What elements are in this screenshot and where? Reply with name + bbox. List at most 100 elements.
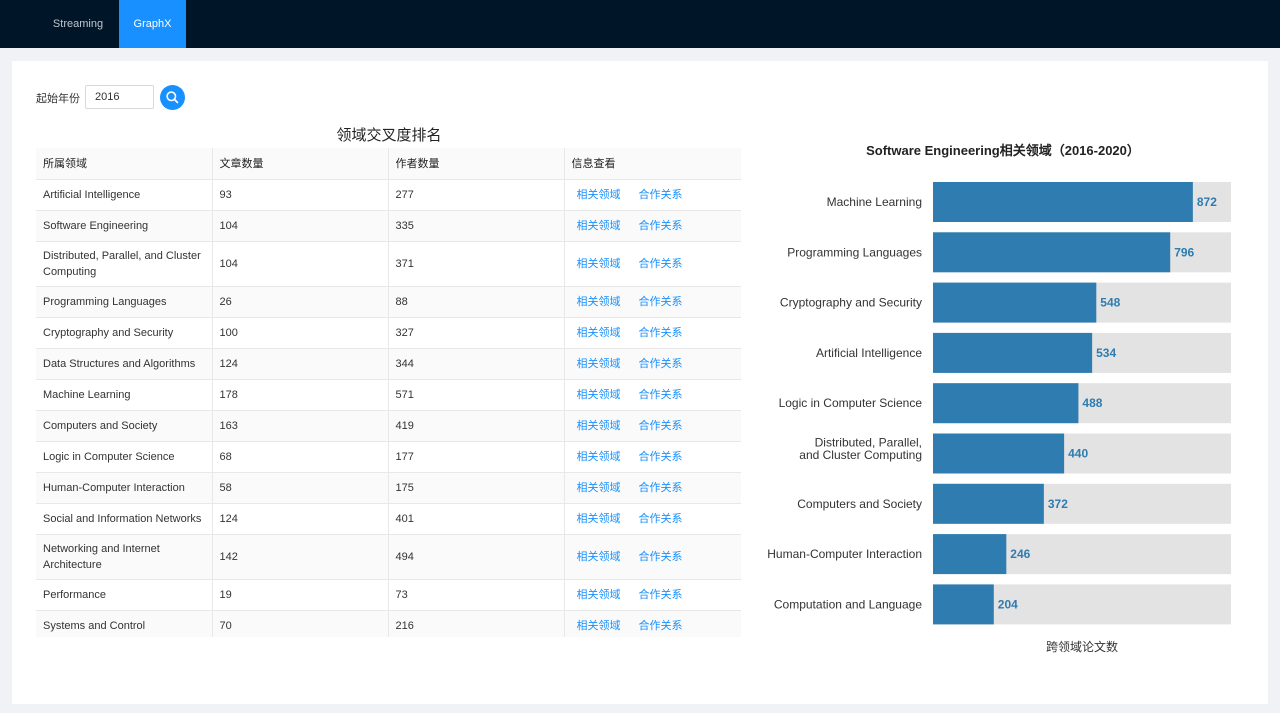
search-button[interactable]	[160, 85, 185, 110]
search-icon	[166, 91, 179, 104]
chart-bar-value-label: 548	[1100, 296, 1120, 310]
chart-bar	[933, 483, 1044, 524]
related-fields-link[interactable]: 相关领域	[577, 258, 621, 270]
cell-info-links: 相关领域 合作关系	[564, 472, 741, 504]
related-fields-link[interactable]: 相关领域	[577, 189, 621, 201]
cell-authors: 371	[388, 241, 565, 287]
cell-articles: 104	[212, 241, 389, 287]
chart-title: Software Engineering相关领域（2016-2020）	[866, 143, 1140, 158]
collaboration-link[interactable]: 合作关系	[639, 327, 683, 339]
related-fields-link[interactable]: 相关领域	[577, 420, 621, 432]
collaboration-link[interactable]: 合作关系	[639, 296, 683, 308]
chart-category-label: Machine Learning	[827, 195, 922, 209]
nav-tab-streaming[interactable]: Streaming	[38, 0, 118, 48]
cell-field: Social and Information Networks	[36, 503, 213, 535]
cell-info-links: 相关领域 合作关系	[564, 286, 741, 318]
chart-bar-value-label: 488	[1082, 396, 1102, 410]
table-title: 领域交叉度排名	[336, 127, 442, 144]
collaboration-link[interactable]: 合作关系	[639, 389, 683, 401]
collaboration-link[interactable]: 合作关系	[639, 451, 683, 463]
cell-field: Computers and Society	[36, 410, 213, 442]
cell-field: Distributed, Parallel, and Cluster Compu…	[36, 241, 213, 287]
cell-authors: 175	[388, 472, 565, 504]
chart-category-label: Computation and Language	[774, 597, 922, 611]
collaboration-link[interactable]: 合作关系	[639, 358, 683, 370]
chart-bar	[933, 182, 1193, 222]
table-row: Programming Languages 26 88 相关领域 合作关系	[36, 286, 741, 318]
related-fields-link[interactable]: 相关领域	[577, 220, 621, 232]
collaboration-link[interactable]: 合作关系	[639, 420, 683, 432]
related-fields-link[interactable]: 相关领域	[577, 551, 621, 563]
nav-tab-graphx[interactable]: GraphX	[119, 0, 186, 48]
cell-field: Cryptography and Security	[36, 317, 213, 349]
cell-field: Performance	[36, 579, 213, 611]
collaboration-link[interactable]: 合作关系	[639, 258, 683, 270]
chart-bar-value-label: 440	[1068, 447, 1088, 461]
chart-bar	[933, 282, 1097, 323]
cell-info-links: 相关领域 合作关系	[564, 348, 741, 380]
related-fields-link[interactable]: 相关领域	[577, 589, 621, 601]
cell-info-links: 相关领域 合作关系	[564, 579, 741, 611]
cell-field: Human-Computer Interaction	[36, 472, 213, 504]
related-fields-link[interactable]: 相关领域	[577, 620, 621, 632]
cell-articles: 19	[212, 579, 389, 611]
table-row: Computers and Society 163 419 相关领域 合作关系	[36, 410, 741, 442]
table-row: Logic in Computer Science 68 177 相关领域 合作关系	[36, 441, 741, 473]
cell-articles: 70	[212, 610, 389, 637]
chart-bar	[933, 383, 1079, 424]
related-fields-link[interactable]: 相关领域	[577, 451, 621, 463]
ranking-table: 所属领域 文章数量 作者数量 信息查看 Artificial Intellige…	[36, 148, 741, 637]
chart-bar	[933, 433, 1065, 474]
cell-authors: 494	[388, 534, 565, 580]
cell-field: Logic in Computer Science	[36, 441, 213, 473]
cell-articles: 100	[212, 317, 389, 349]
chart-bar-value-label: 534	[1096, 346, 1116, 360]
cell-info-links: 相关领域 合作关系	[564, 441, 741, 473]
cell-articles: 26	[212, 286, 389, 318]
table-row: Distributed, Parallel, and Cluster Compu…	[36, 241, 741, 287]
cell-info-links: 相关领域 合作关系	[564, 379, 741, 411]
related-fields-link[interactable]: 相关领域	[577, 389, 621, 401]
cell-field: Software Engineering	[36, 210, 213, 242]
cell-articles: 163	[212, 410, 389, 442]
cell-info-links: 相关领域 合作关系	[564, 179, 741, 211]
chart-bar-value-label: 872	[1197, 195, 1217, 209]
table-row: Systems and Control 70 216 相关领域 合作关系	[36, 610, 741, 637]
start-year-input[interactable]	[85, 85, 154, 109]
cell-authors: 216	[388, 610, 565, 637]
table-row: Software Engineering 104 335 相关领域 合作关系	[36, 210, 741, 242]
cell-field: Networking and Internet Architecture	[36, 534, 213, 580]
cell-authors: 277	[388, 179, 565, 211]
table-row: Machine Learning 178 571 相关领域 合作关系	[36, 379, 741, 411]
cell-authors: 401	[388, 503, 565, 535]
collaboration-link[interactable]: 合作关系	[639, 482, 683, 494]
cell-articles: 124	[212, 503, 389, 535]
column-header-field: 所属领域	[36, 148, 213, 180]
table-row: Artificial Intelligence 93 277 相关领域 合作关系	[36, 179, 741, 211]
chart-bar	[933, 534, 1007, 575]
cell-info-links: 相关领域 合作关系	[564, 241, 741, 287]
collaboration-link[interactable]: 合作关系	[639, 620, 683, 632]
related-fields-link[interactable]: 相关领域	[577, 513, 621, 525]
collaboration-link[interactable]: 合作关系	[639, 589, 683, 601]
cell-info-links: 相关领域 合作关系	[564, 410, 741, 442]
related-fields-link[interactable]: 相关领域	[577, 296, 621, 308]
collaboration-link[interactable]: 合作关系	[639, 551, 683, 563]
top-navigation-bar: Streaming GraphX	[0, 0, 1280, 48]
cell-info-links: 相关领域 合作关系	[564, 210, 741, 242]
chart-category-label: Cryptography and Security	[780, 296, 922, 310]
table-header-row: 所属领域 文章数量 作者数量 信息查看	[36, 148, 741, 180]
related-fields-link[interactable]: 相关领域	[577, 358, 621, 370]
collaboration-link[interactable]: 合作关系	[639, 189, 683, 201]
cell-field: Systems and Control	[36, 610, 213, 637]
related-fields-bar-chart: Software Engineering相关领域（2016-2020） 跨领域论文…	[767, 143, 1231, 654]
related-fields-link[interactable]: 相关领域	[577, 482, 621, 494]
collaboration-link[interactable]: 合作关系	[639, 513, 683, 525]
ranking-table-container[interactable]: 所属领域 文章数量 作者数量 信息查看 Artificial Intellige…	[36, 148, 741, 637]
cell-authors: 419	[388, 410, 565, 442]
cell-articles: 142	[212, 534, 389, 580]
table-body: Artificial Intelligence 93 277 相关领域 合作关系 Soft…	[36, 179, 741, 637]
related-fields-link[interactable]: 相关领域	[577, 327, 621, 339]
collaboration-link[interactable]: 合作关系	[639, 220, 683, 232]
chart-bar-value-label: 204	[998, 597, 1018, 611]
